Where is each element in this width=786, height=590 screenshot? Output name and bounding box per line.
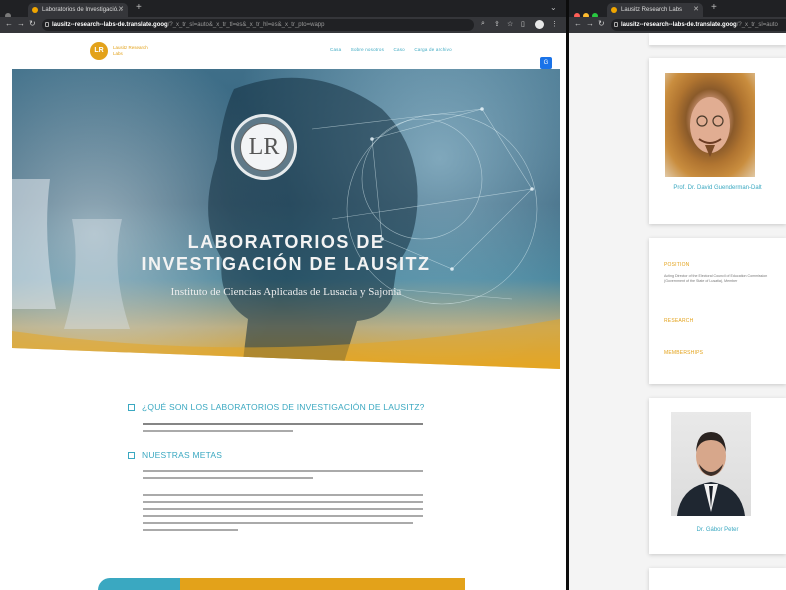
menu-kebab-icon[interactable]: ⋮ [551, 20, 558, 28]
profile-name-2[interactable]: Dr. Gábor Peter [655, 526, 780, 534]
hero-logo-badge: LR [231, 114, 297, 180]
back-icon[interactable]: ← [5, 19, 13, 28]
checkbox-icon [128, 404, 135, 411]
favicon-icon [611, 7, 617, 13]
nav-item-carga-de-archivo[interactable]: Carga de archivo [414, 47, 451, 52]
paragraph-line [143, 423, 423, 425]
left-browser-window: Laboratorios de Investigació... ✕ + ⌄ ← … [0, 0, 566, 590]
profile-avatar[interactable] [535, 20, 544, 29]
tab-close-icon[interactable]: ✕ [118, 3, 124, 17]
toolbar: ← → ↻ lausitz--research--labs-de.transla… [569, 17, 786, 33]
section-heading-text: ¿QUÉ SON LOS LABORATORIOS DE INVESTIGACI… [142, 402, 425, 412]
position-text: Acting Director of the Electoral Council… [664, 274, 768, 283]
tab-menu-chevron-icon[interactable]: ⌄ [550, 3, 557, 12]
profile-card-next [649, 568, 786, 590]
toolbar: ← → ↻ lausitz--research--labs-de.transla… [0, 17, 566, 33]
tab-title: Lausitz Research Labs [621, 7, 683, 13]
hero-banner: LR LABORATORIOS DE INVESTIGACIÓN DE LAUS… [12, 69, 560, 369]
paragraph-line [143, 522, 413, 524]
profile-detail-card: POSITION Acting Director of the Electora… [649, 238, 786, 384]
forward-icon[interactable]: → [586, 19, 594, 28]
paragraph-line [143, 508, 423, 510]
nav-item-caso[interactable]: Caso [394, 47, 405, 52]
portrait-illustration [690, 97, 730, 157]
paragraph-line [143, 515, 423, 517]
lock-icon [614, 22, 618, 27]
site-logo[interactable]: LR [90, 42, 108, 60]
section-heading-text: NUESTRAS METAS [142, 450, 223, 460]
lock-icon [45, 22, 49, 27]
search-icon[interactable]: ⌕ [481, 20, 485, 28]
memberships-label[interactable]: MEMBERSHIPS [664, 350, 703, 356]
site-logo-text[interactable]: Lausitz Research Labs [113, 45, 153, 57]
tab-laboratorios[interactable]: Laboratorios de Investigació... ✕ [28, 3, 128, 17]
hero-background-art [12, 77, 560, 369]
translate-icon[interactable]: G [540, 57, 552, 69]
tab-strip: Lausitz Research Labs ✕ + [569, 0, 786, 19]
paragraph-line [143, 501, 423, 503]
paragraph-line [143, 477, 313, 479]
position-label: POSITION [664, 262, 690, 268]
hero-title-line2: INVESTIGACIÓN DE LAUSITZ [141, 254, 431, 274]
address-bar[interactable]: lausitz--research--labs-de.translate.goo… [42, 19, 474, 31]
tab-strip: Laboratorios de Investigació... ✕ + ⌄ [0, 0, 566, 19]
nav-item-casa[interactable]: Casa [330, 47, 341, 52]
url-path: /?_x_tr_sl=auto&_x_tr_tl=es&_x_tr_hl=es&… [167, 22, 325, 28]
paragraph-line [143, 529, 238, 531]
star-icon[interactable]: ☆ [507, 20, 513, 28]
section-heading-goals: NUESTRAS METAS [128, 450, 222, 460]
hero-title-line1: LABORATORIOS DE [187, 232, 385, 252]
right-browser-window: Lausitz Research Labs ✕ + ← → ↻ lausitz-… [569, 0, 786, 590]
profile-photo-2[interactable] [671, 412, 751, 516]
new-tab-icon[interactable]: + [711, 2, 717, 13]
paragraph-line [143, 494, 423, 496]
tab-close-icon[interactable]: ✕ [693, 3, 699, 17]
hero-logo-initials: LR [240, 123, 288, 171]
share-icon[interactable]: ⇪ [494, 20, 500, 28]
back-icon[interactable]: ← [574, 19, 582, 28]
profile-card-top [649, 33, 786, 45]
profile-name-1[interactable]: Prof. Dr. David Guenderman-Dalt [655, 184, 780, 192]
section-heading-what: ¿QUÉ SON LOS LABORATORIOS DE INVESTIGACI… [128, 402, 425, 412]
url-host: lausitz--research--labs-de.translate.goo… [52, 22, 168, 28]
profile-card-1: Prof. Dr. David Guenderman-Dalt [649, 58, 786, 224]
footer-gold-band [180, 578, 465, 590]
portrait-illustration [677, 432, 745, 516]
sidepanel-icon[interactable]: ▯ [521, 20, 525, 28]
site-header: LR Lausitz Research Labs Casa Sobre noso… [12, 33, 558, 69]
favicon-icon [32, 7, 38, 13]
checkbox-icon [128, 452, 135, 459]
reload-icon[interactable]: ↻ [598, 19, 605, 28]
reload-icon[interactable]: ↻ [29, 19, 36, 28]
address-bar[interactable]: lausitz--research--labs-de.translate.goo… [611, 19, 786, 31]
paragraph-line [143, 430, 293, 432]
profile-photo-1[interactable] [665, 73, 755, 177]
url-path: /?_x_tr_sl=auto [736, 22, 778, 28]
url-host: lausitz--research--labs-de.translate.goo… [621, 22, 737, 28]
tab-title: Laboratorios de Investigació... [42, 7, 123, 13]
research-label[interactable]: RESEARCH [664, 318, 693, 324]
nav-item-sobre-nosotros[interactable]: Sobre nosotros [351, 47, 384, 52]
tab-lausitz-research-labs[interactable]: Lausitz Research Labs ✕ [607, 3, 703, 17]
new-tab-icon[interactable]: + [136, 2, 142, 13]
main-nav: Casa Sobre nosotros Caso Carga de archiv… [330, 47, 460, 52]
profile-card-2: Dr. Gábor Peter [649, 398, 786, 554]
hero-subtitle: Instituto de Ciencias Aplicadas de Lusac… [170, 286, 402, 298]
forward-icon[interactable]: → [17, 19, 25, 28]
footer-teal-band [98, 578, 180, 590]
paragraph-line [143, 470, 423, 472]
